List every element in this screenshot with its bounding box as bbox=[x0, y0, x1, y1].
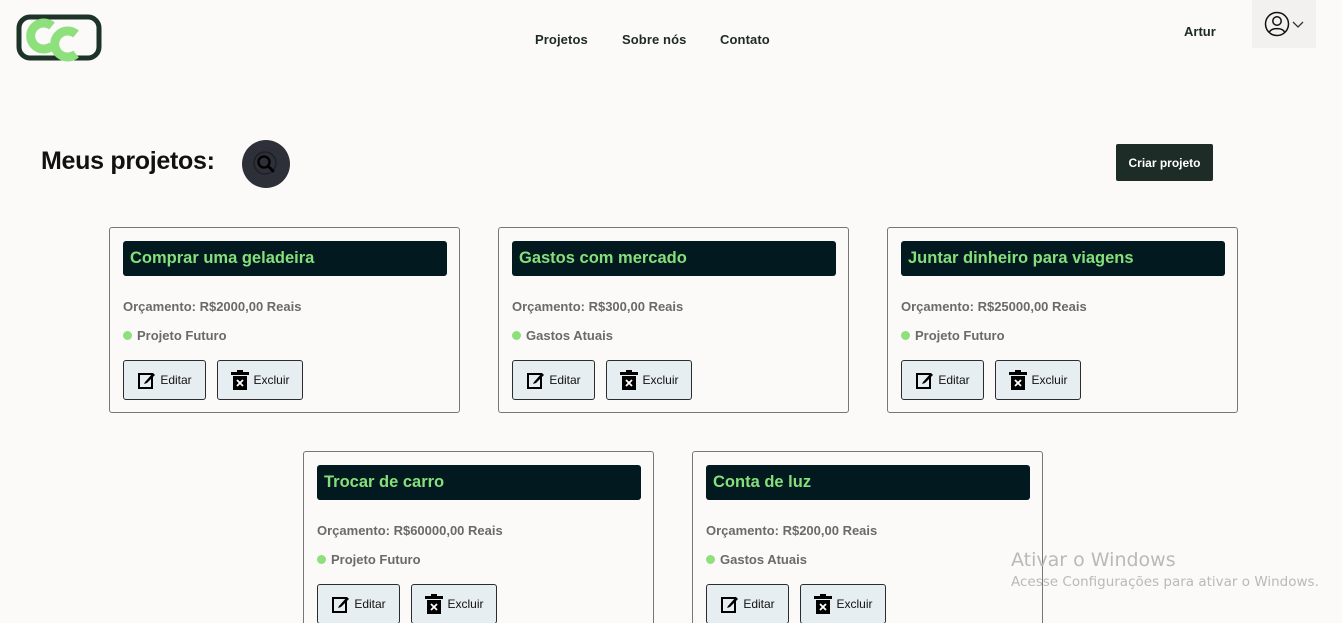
nav-projetos[interactable]: Projetos bbox=[535, 32, 588, 47]
status-label: Gastos Atuais bbox=[720, 552, 807, 567]
project-title: Trocar de carro bbox=[317, 465, 641, 500]
delete-button[interactable]: Excluir bbox=[995, 360, 1081, 400]
edit-button[interactable]: Editar bbox=[512, 360, 595, 400]
delete-label: Excluir bbox=[836, 597, 873, 611]
edit-button[interactable]: Editar bbox=[901, 360, 984, 400]
edit-button[interactable]: Editar bbox=[123, 360, 206, 400]
user-circle-icon bbox=[1264, 11, 1290, 37]
project-budget: Orçamento: R$200,00 Reais bbox=[706, 523, 878, 538]
edit-label: Editar bbox=[743, 597, 775, 611]
status-dot bbox=[317, 555, 326, 564]
activation-watermark-text: Acesse Configurações para ativar o Windo… bbox=[1011, 574, 1319, 590]
project-status: Projeto Futuro bbox=[901, 328, 1005, 343]
delete-button[interactable]: Excluir bbox=[411, 584, 497, 623]
page: Projetos Sobre nós Contato Artur Meus pr… bbox=[0, 0, 1342, 623]
delete-button[interactable]: Excluir bbox=[606, 360, 692, 400]
delete-button[interactable]: Excluir bbox=[217, 360, 303, 400]
status-dot bbox=[706, 555, 715, 564]
trash-icon bbox=[1009, 370, 1028, 390]
edit-label: Editar bbox=[938, 373, 970, 387]
edit-icon bbox=[332, 597, 350, 613]
delete-label: Excluir bbox=[1031, 373, 1068, 387]
trash-icon bbox=[620, 370, 639, 390]
project-status: Gastos Atuais bbox=[706, 552, 807, 567]
project-title: Conta de luz bbox=[706, 465, 1030, 500]
status-label: Projeto Futuro bbox=[915, 328, 1005, 343]
edit-label: Editar bbox=[354, 597, 386, 611]
project-budget: Orçamento: R$25000,00 Reais bbox=[901, 299, 1087, 314]
create-project-button[interactable]: Criar projeto bbox=[1116, 144, 1213, 181]
project-budget: Orçamento: R$60000,00 Reais bbox=[317, 523, 503, 538]
project-card: Comprar uma geladeira Orçamento: R$2000,… bbox=[109, 227, 460, 413]
status-label: Gastos Atuais bbox=[526, 328, 613, 343]
edit-icon bbox=[138, 373, 156, 389]
project-card: Juntar dinheiro para viagens Orçamento: … bbox=[887, 227, 1238, 413]
delete-label: Excluir bbox=[642, 373, 679, 387]
status-label: Projeto Futuro bbox=[137, 328, 227, 343]
edit-icon bbox=[527, 373, 545, 389]
edit-label: Editar bbox=[549, 373, 581, 387]
activation-watermark-title: Ativar o Windows bbox=[1011, 549, 1176, 571]
project-status: Projeto Futuro bbox=[123, 328, 227, 343]
chevron-down-icon bbox=[1292, 21, 1304, 28]
nav-sobre-nos[interactable]: Sobre nós bbox=[622, 32, 686, 47]
search-button[interactable] bbox=[242, 140, 290, 188]
search-icon bbox=[253, 151, 277, 175]
status-dot bbox=[901, 331, 910, 340]
delete-button[interactable]: Excluir bbox=[800, 584, 886, 623]
edit-label: Editar bbox=[160, 373, 192, 387]
trash-icon bbox=[425, 594, 444, 614]
project-budget: Orçamento: R$300,00 Reais bbox=[512, 299, 684, 314]
edit-icon bbox=[721, 597, 739, 613]
edit-icon bbox=[916, 373, 934, 389]
status-dot bbox=[123, 331, 132, 340]
edit-button[interactable]: Editar bbox=[317, 584, 400, 623]
user-name: Artur bbox=[1184, 24, 1216, 39]
project-card: Conta de luz Orçamento: R$200,00 Reais G… bbox=[692, 451, 1043, 623]
project-budget: Orçamento: R$2000,00 Reais bbox=[123, 299, 302, 314]
trash-icon bbox=[231, 370, 250, 390]
trash-icon bbox=[814, 594, 833, 614]
page-title: Meus projetos: bbox=[41, 147, 215, 175]
status-label: Projeto Futuro bbox=[331, 552, 421, 567]
project-title: Comprar uma geladeira bbox=[123, 241, 447, 276]
edit-button[interactable]: Editar bbox=[706, 584, 789, 623]
user-menu-button[interactable] bbox=[1252, 0, 1316, 48]
project-title: Gastos com mercado bbox=[512, 241, 836, 276]
nav-contato[interactable]: Contato bbox=[720, 32, 770, 47]
project-title: Juntar dinheiro para viagens bbox=[901, 241, 1225, 276]
project-status: Gastos Atuais bbox=[512, 328, 613, 343]
project-status: Projeto Futuro bbox=[317, 552, 421, 567]
cc-logo-icon[interactable] bbox=[16, 12, 104, 64]
project-card: Gastos com mercado Orçamento: R$300,00 R… bbox=[498, 227, 849, 413]
delete-label: Excluir bbox=[447, 597, 484, 611]
status-dot bbox=[512, 331, 521, 340]
project-card: Trocar de carro Orçamento: R$60000,00 Re… bbox=[303, 451, 654, 623]
delete-label: Excluir bbox=[253, 373, 290, 387]
